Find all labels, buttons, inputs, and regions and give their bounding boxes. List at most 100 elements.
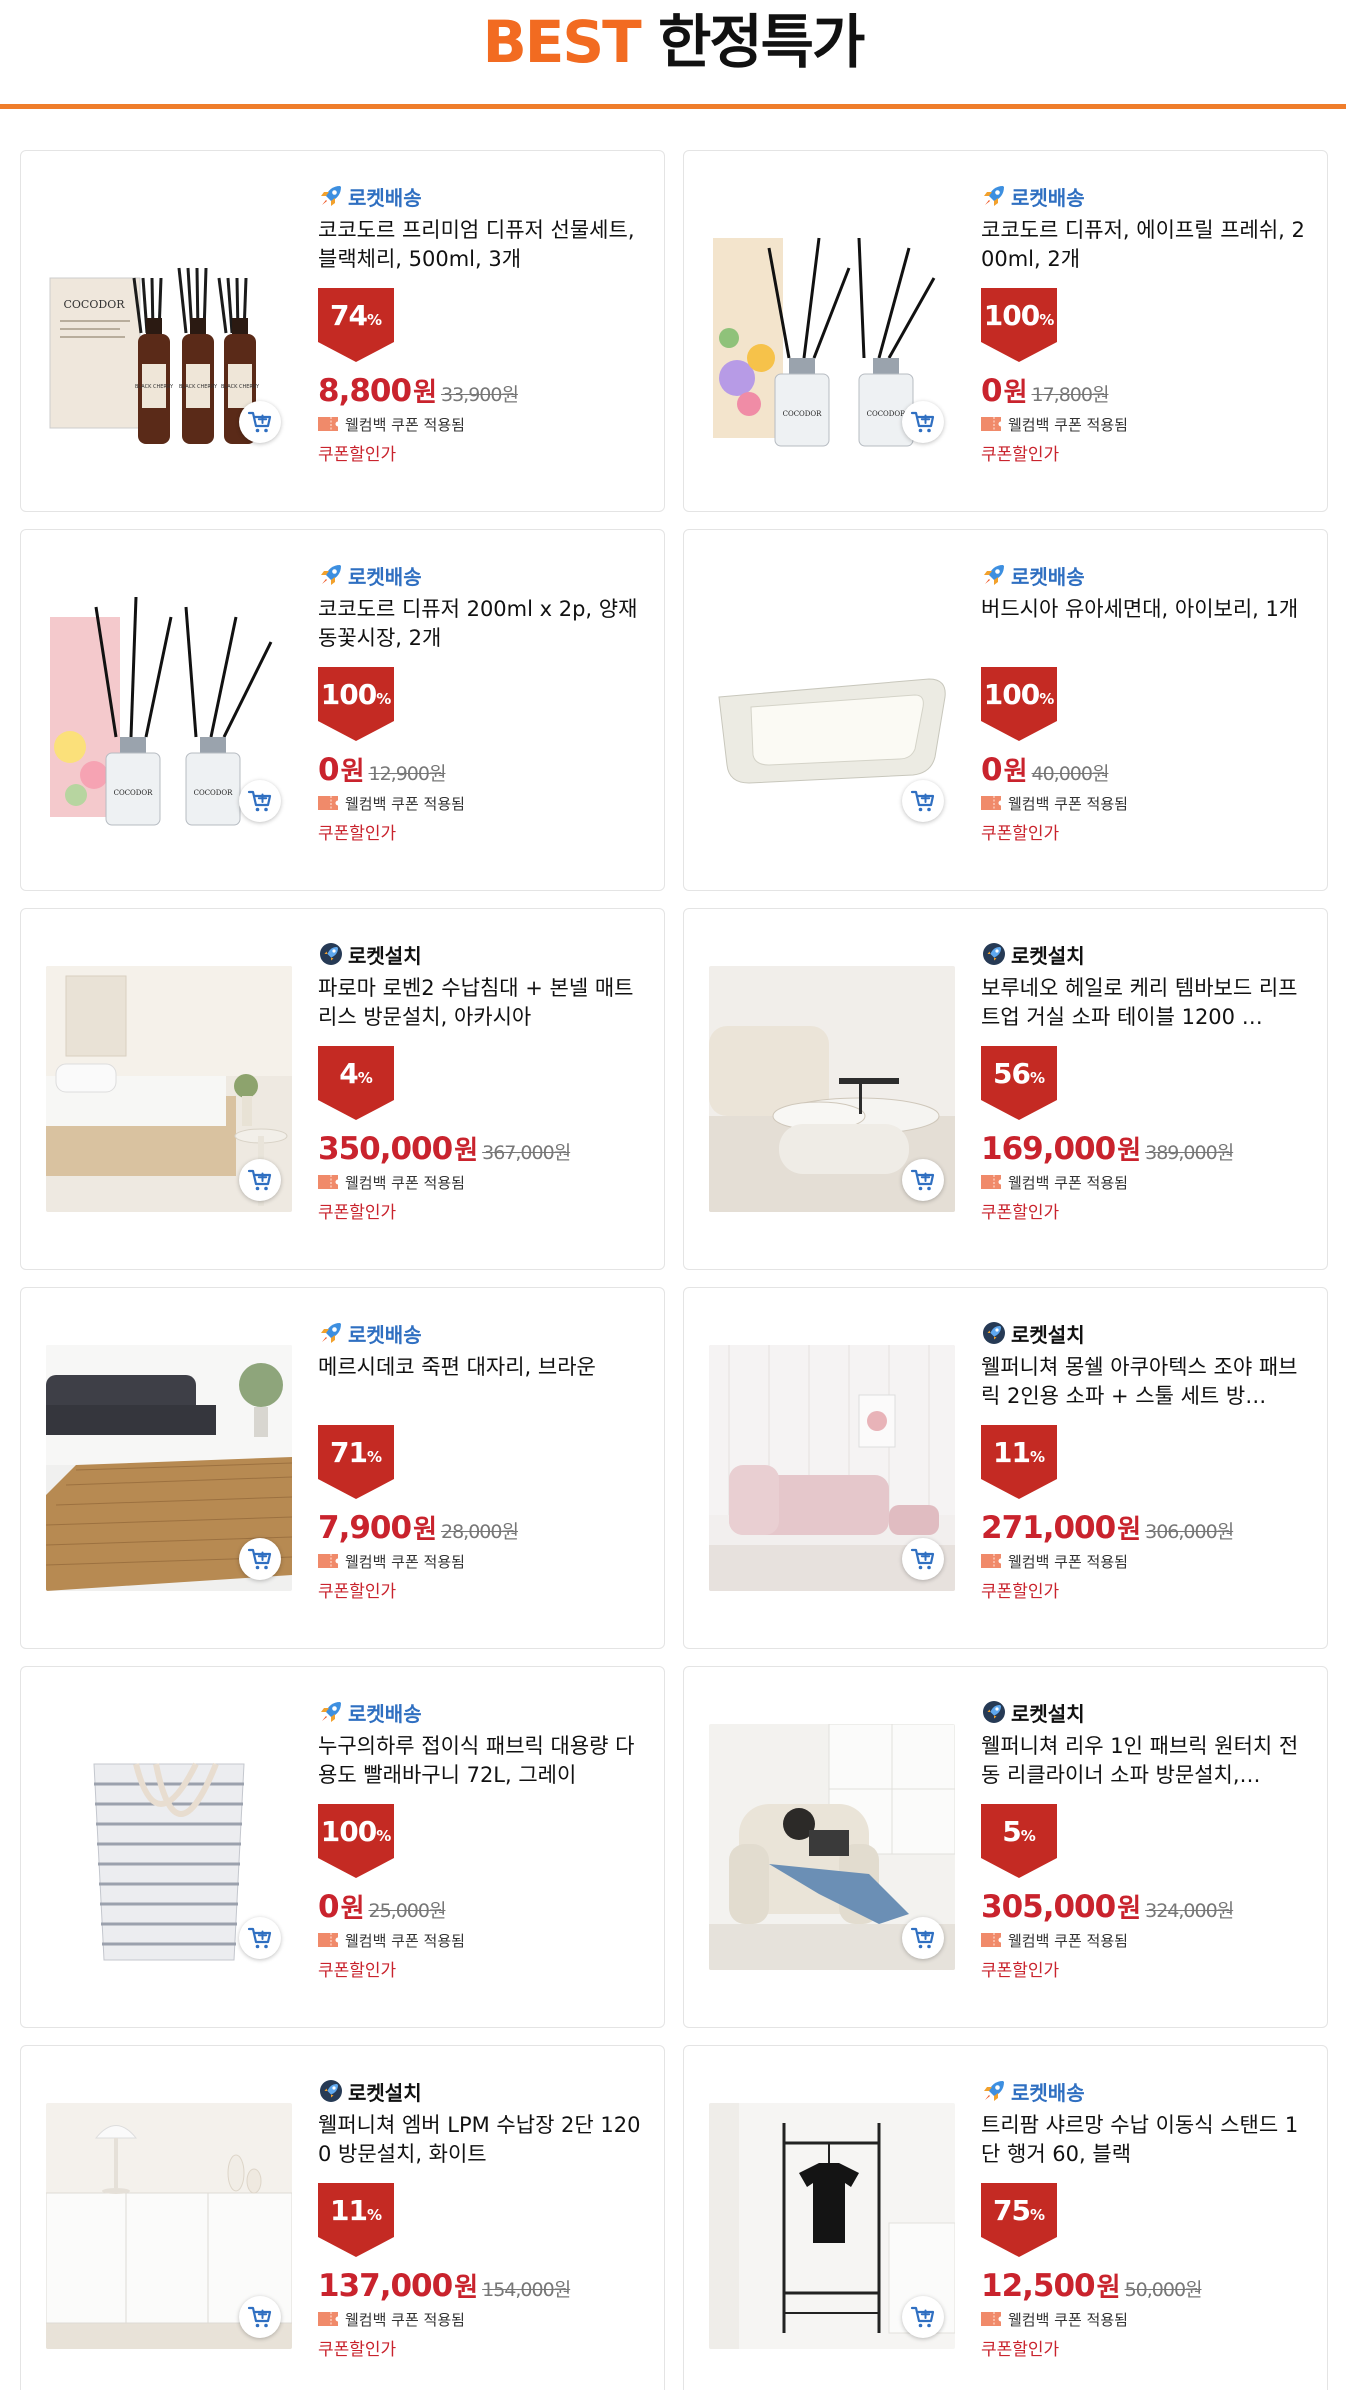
delivery-badge-label: 로켓배송 (1011, 564, 1085, 589)
original-price: 367,000원 (482, 1142, 571, 1164)
discount-value: 11 (993, 1436, 1031, 1469)
delivery-badge-label: 로켓배송 (1011, 185, 1085, 210)
discount-value: 4 (339, 1057, 359, 1090)
svg-text:COCODOR: COCODOR (114, 789, 154, 797)
product-card-8[interactable]: 로켓설치 웰퍼니쳐 몽쉘 아쿠아텍스 조야 패브릭 2인용 소파 + 스툴 세트… (683, 1287, 1328, 1649)
coupon-row: 웰컴백 쿠폰 적용됨 (318, 1549, 648, 1573)
product-card-10[interactable]: 로켓설치 웰퍼니쳐 리우 1인 패브릭 원터치 전동 리클라이너 소파 방문설치… (683, 1666, 1328, 2028)
sale-price: 137,000 (318, 2268, 453, 2304)
svg-text:COCODOR: COCODOR (194, 789, 234, 797)
coupon-icon (318, 796, 338, 810)
coupon-sale-label: 쿠폰할인가 (981, 824, 1060, 844)
original-price: 389,000원 (1145, 1142, 1234, 1164)
title-rest: 한정특가 (657, 8, 865, 76)
delivery-badge: 로켓설치 (981, 1697, 1311, 1727)
price-row: 169,000 원 389,000원 (981, 1130, 1311, 1168)
sale-price: 350,000 (318, 1131, 453, 1167)
add-to-cart-button[interactable] (239, 401, 281, 443)
discount-value: 56 (993, 1057, 1031, 1090)
delivery-badge-label: 로켓배송 (348, 1701, 422, 1726)
product-card-2[interactable]: COCODOR COCODOR 로켓배송 코코도르 디퓨저, 에이프릴 프레쉬, … (683, 150, 1328, 512)
price-unit: 원 (454, 2273, 479, 2303)
add-to-cart-button[interactable] (239, 1917, 281, 1959)
price-row: 12,500 원 50,000원 (981, 2267, 1311, 2305)
product-title[interactable]: 웰퍼니쳐 엠버 LPM 수납장 2단 1200 방문설치, 화이트 (318, 2111, 648, 2169)
delivery-badge: 로켓배송 (981, 2076, 1311, 2106)
svg-text:COCODOR: COCODOR (783, 410, 823, 418)
add-to-cart-button[interactable] (902, 1159, 944, 1201)
add-to-cart-button[interactable] (902, 780, 944, 822)
product-title[interactable]: 버드시아 유아세면대, 아이보리, 1개 (981, 595, 1311, 653)
coupon-icon (981, 1933, 1001, 1947)
price-unit: 원 (1003, 378, 1028, 408)
discount-value: 75 (993, 2194, 1031, 2227)
discount-badge: 5% (981, 1804, 1057, 1878)
cart-plus-icon (910, 790, 935, 812)
add-to-cart-button[interactable] (902, 1538, 944, 1580)
delivery-badge-label: 로켓설치 (348, 943, 422, 968)
add-to-cart-button[interactable] (239, 1159, 281, 1201)
rocket-install-icon (983, 943, 1005, 965)
product-card-7[interactable]: 로켓배송 메르시데코 죽편 대자리, 브라운 71% 7,900 원 28,00… (20, 1287, 665, 1649)
product-title[interactable]: 웰퍼니쳐 몽쉘 아쿠아텍스 조야 패브릭 2인용 소파 + 스툴 세트 방… (981, 1353, 1311, 1411)
delivery-badge-label: 로켓설치 (348, 2080, 422, 2105)
coupon-label: 웰컴백 쿠폰 적용됨 (1008, 1552, 1128, 1571)
coupon-label: 웰컴백 쿠폰 적용됨 (1008, 794, 1128, 813)
product-card-4[interactable]: 로켓배송 버드시아 유아세면대, 아이보리, 1개 100% 0 원 40,00… (683, 529, 1328, 891)
add-to-cart-button[interactable] (902, 2296, 944, 2338)
product-card-6[interactable]: 로켓설치 보루네오 헤일로 케리 템바보드 리프트업 거실 소파 테이블 120… (683, 908, 1328, 1270)
product-title[interactable]: 코코도르 디퓨저 200ml x 2p, 양재동꽃시장, 2개 (318, 595, 648, 653)
price-row: 7,900 원 28,000원 (318, 1509, 648, 1547)
price-row: 305,000 원 324,000원 (981, 1888, 1311, 1926)
product-card-12[interactable]: 로켓배송 트리팜 샤르망 수납 이동식 스탠드 1단 행거 60, 블랙 75%… (683, 2045, 1328, 2390)
product-title[interactable]: 코코도르 디퓨저, 에이프릴 프레쉬, 200ml, 2개 (981, 216, 1311, 274)
product-card-5[interactable]: 로켓설치 파로마 로벤2 수납침대 + 본넬 매트리스 방문설치, 아카시아 4… (20, 908, 665, 1270)
delivery-badge: 로켓배송 (981, 560, 1311, 590)
coupon-row: 웰컴백 쿠폰 적용됨 (981, 2307, 1311, 2331)
product-card-11[interactable]: 로켓설치 웰퍼니쳐 엠버 LPM 수납장 2단 1200 방문설치, 화이트 1… (20, 2045, 665, 2390)
price-row: 0 원 25,000원 (318, 1888, 648, 1926)
product-title[interactable]: 누구의하루 접이식 패브릭 대용량 다용도 빨래바구니 72L, 그레이 (318, 1732, 648, 1790)
discount-badge: 56% (981, 1046, 1057, 1120)
original-price: 17,800원 (1031, 384, 1110, 406)
add-to-cart-button[interactable] (239, 780, 281, 822)
product-title[interactable]: 메르시데코 죽편 대자리, 브라운 (318, 1353, 648, 1411)
coupon-row: 웰컴백 쿠폰 적용됨 (981, 1549, 1311, 1573)
product-title[interactable]: 트리팜 샤르망 수납 이동식 스탠드 1단 행거 60, 블랙 (981, 2111, 1311, 2169)
price-row: 0 원 12,900원 (318, 751, 648, 789)
product-title[interactable]: 파로마 로벤2 수납침대 + 본넬 매트리스 방문설치, 아카시아 (318, 974, 648, 1032)
coupon-sale-label: 쿠폰할인가 (318, 1961, 397, 1981)
discount-value: 100 (983, 678, 1040, 711)
product-card-3[interactable]: COCODOR COCODOR 로켓배송 코코도르 디퓨저 200ml x 2p,… (20, 529, 665, 891)
rocket-icon (321, 1323, 341, 1343)
sale-price: 169,000 (981, 1131, 1116, 1167)
discount-value: 11 (330, 2194, 368, 2227)
product-card-9[interactable]: 로켓배송 누구의하루 접이식 패브릭 대용량 다용도 빨래바구니 72L, 그레… (20, 1666, 665, 2028)
discount-value: 5 (1002, 1815, 1022, 1848)
add-to-cart-button[interactable] (239, 1538, 281, 1580)
product-card-1[interactable]: COCODOR BLACK CHERRY BLACK CHERRY BLACK CHE… (20, 150, 665, 512)
coupon-icon (318, 1933, 338, 1947)
sale-price: 271,000 (981, 1510, 1116, 1546)
product-title[interactable]: 보루네오 헤일로 케리 템바보드 리프트업 거실 소파 테이블 1200 … (981, 974, 1311, 1032)
add-to-cart-button[interactable] (902, 1917, 944, 1959)
svg-text:BLACK CHERRY: BLACK CHERRY (135, 384, 174, 390)
original-price: 25,000원 (368, 1900, 447, 1922)
product-title[interactable]: 코코도르 프리미엄 디퓨저 선물세트, 블랙체리, 500ml, 3개 (318, 216, 648, 274)
delivery-badge-label: 로켓설치 (1011, 1322, 1085, 1347)
discount-value: 74 (330, 299, 368, 332)
coupon-sale-label: 쿠폰할인가 (981, 1582, 1060, 1602)
add-to-cart-button[interactable] (239, 2296, 281, 2338)
discount-value: 100 (320, 678, 377, 711)
svg-text:BLACK CHERRY: BLACK CHERRY (221, 384, 260, 390)
price-unit: 원 (1003, 757, 1028, 787)
delivery-badge: 로켓설치 (318, 2076, 648, 2106)
rocket-icon (984, 565, 1004, 585)
discount-value: 100 (320, 1815, 377, 1848)
page-title: BEST 한정특가 (0, 0, 1346, 84)
coupon-row: 웰컴백 쿠폰 적용됨 (981, 791, 1311, 815)
original-price: 324,000원 (1145, 1900, 1234, 1922)
product-title[interactable]: 웰퍼니쳐 리우 1인 패브릭 원터치 전동 리클라이너 소파 방문설치,… (981, 1732, 1311, 1790)
add-to-cart-button[interactable] (902, 401, 944, 443)
coupon-sale-label: 쿠폰할인가 (318, 824, 397, 844)
